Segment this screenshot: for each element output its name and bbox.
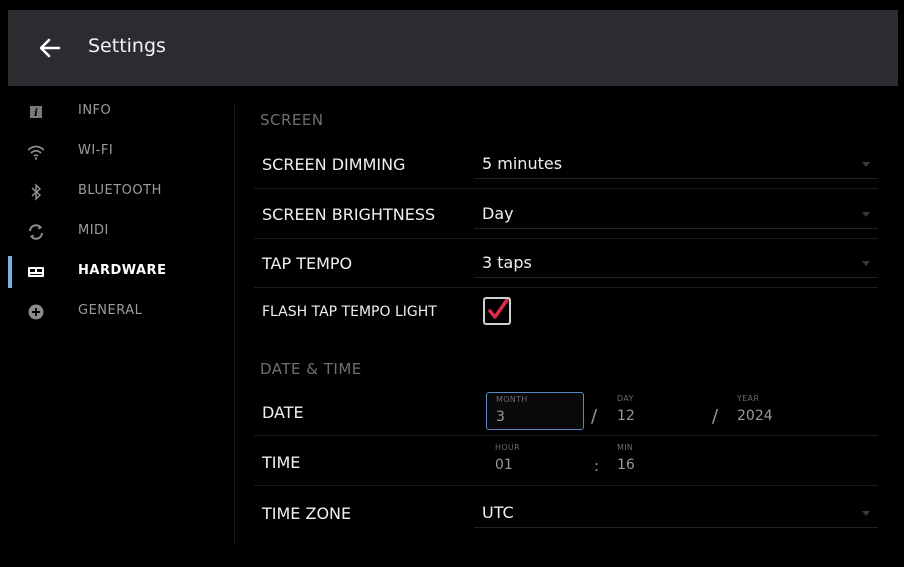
row-divider (254, 287, 878, 288)
tap-tempo-select[interactable]: 3 taps (474, 251, 878, 278)
sidebar-divider (234, 104, 235, 544)
row-divider (254, 238, 878, 239)
tap-tempo-value: 3 taps (482, 253, 532, 272)
time-label: TIME (262, 453, 301, 472)
time-separator: : (594, 457, 600, 475)
sidebar-item-hardware[interactable]: HARDWARE (8, 254, 234, 290)
chevron-down-icon (862, 162, 870, 167)
time-zone-value: UTC (482, 503, 514, 522)
page-title: Settings (88, 35, 166, 57)
settings-window: Settings i INFO WI-FI BLUETOOTH MIDI HAR… (8, 10, 898, 560)
screen-brightness-value: Day (482, 204, 514, 223)
sidebar-item-label: HARDWARE (78, 263, 167, 278)
sidebar-item-label: INFO (78, 103, 112, 118)
day-value: 12 (617, 408, 635, 424)
time-zone-label: TIME ZONE (262, 504, 352, 523)
month-value: 3 (496, 409, 505, 425)
chevron-down-icon (862, 261, 870, 266)
time-zone-select[interactable]: UTC (474, 501, 878, 528)
hour-input[interactable]: HOUR 01 (486, 441, 582, 477)
sidebar-item-label: MIDI (78, 223, 109, 238)
month-caption: MONTH (496, 395, 528, 404)
minute-caption: MIN (617, 443, 634, 452)
row-divider (254, 188, 878, 189)
sync-icon (29, 224, 43, 240)
sidebar-item-label: WI-FI (78, 143, 114, 158)
chevron-down-icon (862, 511, 870, 516)
checkmark-icon (488, 298, 509, 319)
svg-text:i: i (34, 108, 38, 119)
sidebar-item-midi[interactable]: MIDI (8, 214, 234, 250)
date-separator: / (591, 406, 598, 427)
year-input[interactable]: YEAR 2024 (728, 392, 838, 428)
hour-value: 01 (495, 457, 513, 473)
screen-brightness-select[interactable]: Day (474, 202, 878, 229)
hardware-icon (28, 267, 44, 277)
row-divider (254, 435, 878, 436)
flash-tap-tempo-label: FLASH TAP TEMPO LIGHT (262, 304, 437, 320)
date-separator: / (712, 406, 719, 427)
sidebar-item-wifi[interactable]: WI-FI (8, 134, 234, 170)
tap-tempo-label: TAP TEMPO (262, 254, 353, 273)
screen-brightness-label: SCREEN BRIGHTNESS (262, 205, 436, 224)
info-icon: i (30, 106, 42, 119)
screen-dimming-value: 5 minutes (482, 154, 563, 173)
minute-value: 16 (617, 457, 635, 473)
sidebar-item-label: BLUETOOTH (78, 183, 162, 198)
minute-input[interactable]: MIN 16 (608, 441, 708, 477)
section-title-date-time: DATE & TIME (260, 360, 362, 378)
flash-tap-tempo-checkbox[interactable] (483, 297, 511, 325)
arrow-left-icon[interactable] (35, 33, 65, 63)
date-label: DATE (262, 403, 304, 422)
wifi-icon (27, 145, 45, 160)
sidebar-item-label: GENERAL (78, 303, 143, 318)
day-caption: DAY (617, 394, 634, 403)
screen-dimming-label: SCREEN DIMMING (262, 155, 406, 174)
year-caption: YEAR (737, 394, 760, 403)
section-title-screen: SCREEN (260, 111, 324, 129)
sidebar-item-info[interactable]: i INFO (8, 94, 234, 130)
row-divider (254, 485, 878, 486)
chevron-down-icon (862, 212, 870, 217)
app-header: Settings (8, 10, 898, 86)
month-input[interactable]: MONTH 3 (486, 392, 584, 430)
year-value: 2024 (737, 408, 773, 424)
sidebar-item-bluetooth[interactable]: BLUETOOTH (8, 174, 234, 210)
screen-dimming-select[interactable]: 5 minutes (474, 152, 878, 179)
sidebar: i INFO WI-FI BLUETOOTH MIDI HARDWARE GEN… (8, 86, 234, 560)
plus-circle-icon (28, 304, 44, 320)
day-input[interactable]: DAY 12 (608, 392, 708, 428)
bluetooth-icon (31, 183, 42, 201)
hour-caption: HOUR (495, 443, 520, 452)
sidebar-item-general[interactable]: GENERAL (8, 294, 234, 330)
